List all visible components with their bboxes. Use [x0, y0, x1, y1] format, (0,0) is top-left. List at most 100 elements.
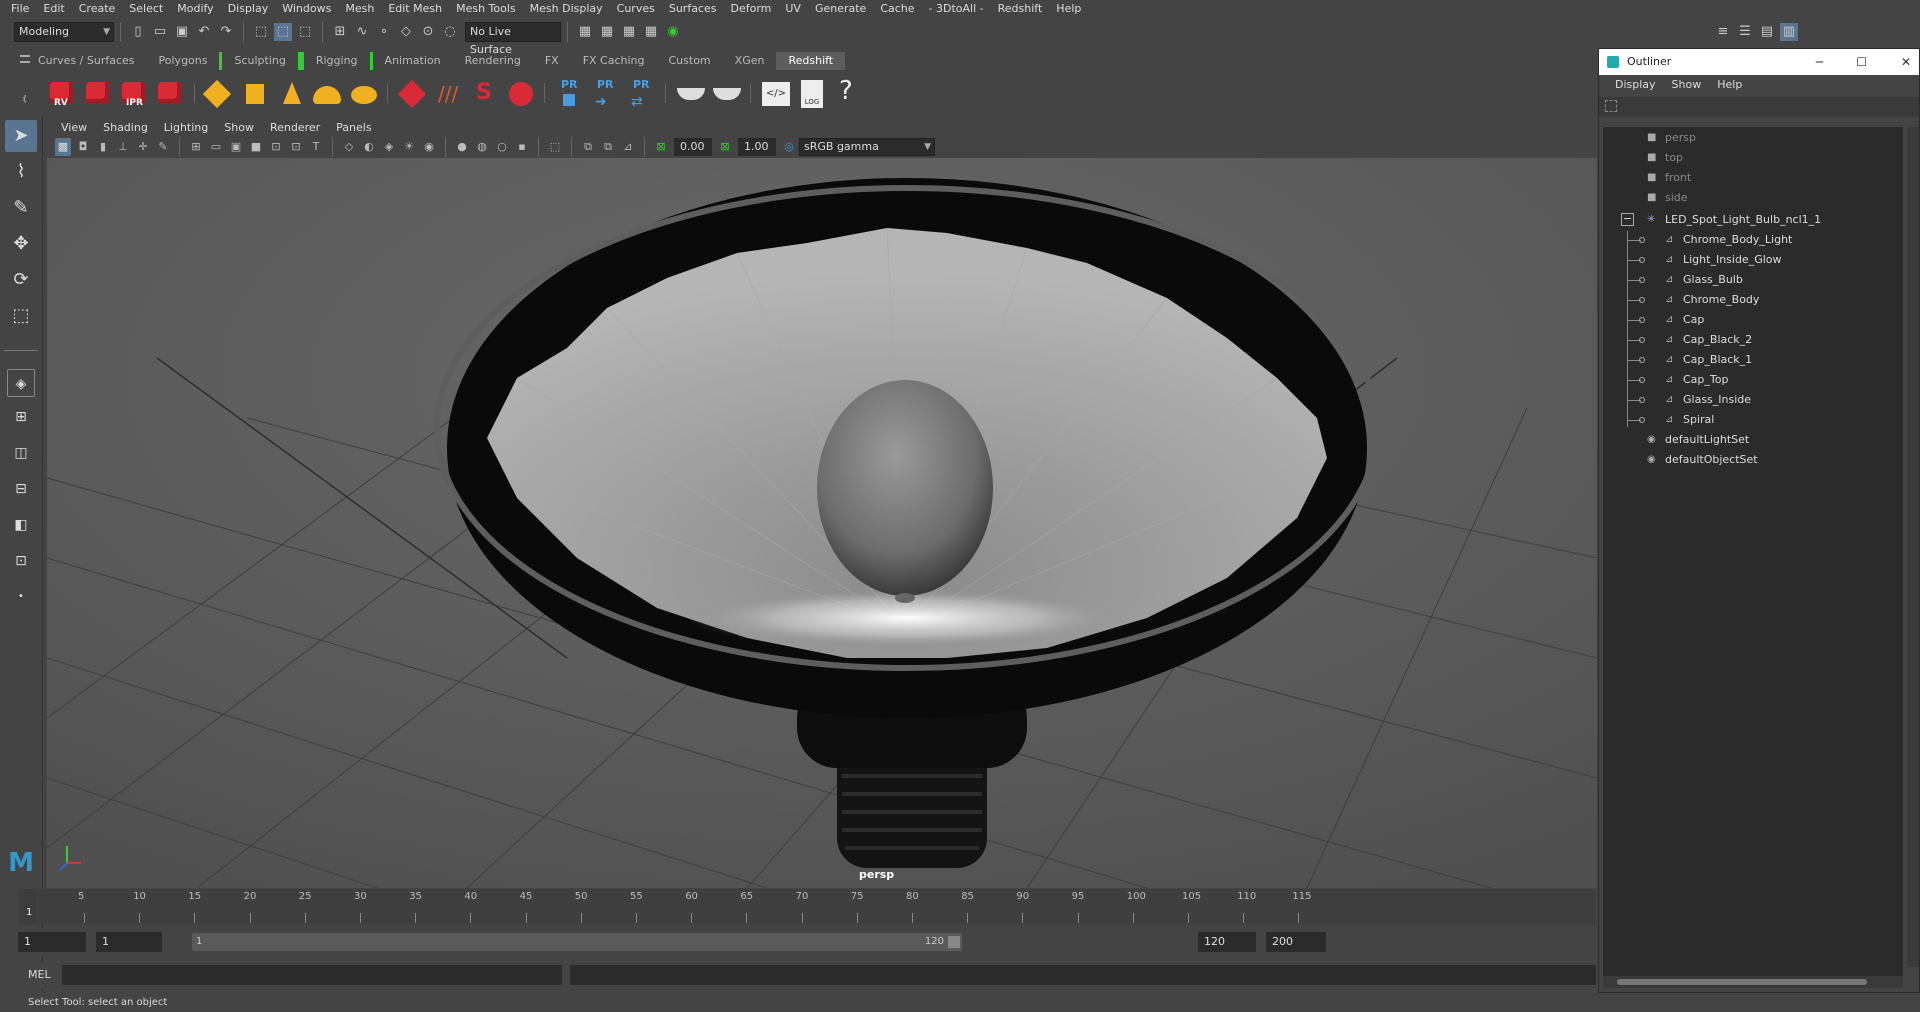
close-icon[interactable]: ✕ — [1901, 49, 1911, 75]
portal-light-icon[interactable] — [239, 76, 271, 110]
minimize-icon[interactable]: ─ — [1816, 49, 1823, 75]
outliner-item-defaultlightset[interactable]: ◉ defaultLightSet — [1647, 431, 1749, 449]
view-transform-dropdown[interactable]: sRGB gamma ▼ — [799, 138, 935, 156]
snap-grid-icon[interactable]: ⊞ — [331, 23, 349, 41]
menu-edit-mesh[interactable]: Edit Mesh — [381, 0, 449, 17]
menu-mesh[interactable]: Mesh — [338, 0, 381, 17]
menu-display[interactable]: Display — [221, 0, 276, 17]
select-hierarchy-icon[interactable]: ⬚ — [252, 23, 270, 41]
persp-graph-layout-icon[interactable]: ◧ — [5, 509, 37, 541]
panel-menu-lighting[interactable]: Lighting — [156, 118, 216, 138]
exposure-icon[interactable]: ⊠ — [653, 139, 669, 155]
outliner-item-chrome-body[interactable]: ⊿ Chrome_Body — [1665, 291, 1759, 309]
wireframe-icon[interactable]: ◇ — [341, 139, 357, 155]
ambient-occlusion-icon[interactable]: ● — [454, 139, 470, 155]
tab-rendering[interactable]: Rendering — [453, 52, 533, 70]
tab-animation[interactable]: Animation — [373, 52, 453, 70]
panel-menu-panels[interactable]: Panels — [328, 118, 379, 138]
gamma-field[interactable]: 1.00 — [738, 138, 776, 156]
anti-aliasing-icon[interactable]: ○ — [494, 139, 510, 155]
outliner-item-glass-inside[interactable]: ⊿ Glass_Inside — [1665, 391, 1751, 409]
lasso-tool-icon[interactable]: ⌇ — [5, 156, 37, 188]
log-icon[interactable]: LOG — [795, 76, 827, 110]
bake-icon[interactable] — [710, 76, 742, 110]
outliner-item-front[interactable]: ■ front — [1647, 169, 1691, 187]
outliner-persp-layout-icon[interactable]: ⊡ — [5, 545, 37, 577]
live-surface-field[interactable]: No Live Surface — [465, 21, 561, 56]
sprite-material-icon[interactable]: S — [468, 76, 500, 110]
current-frame-marker[interactable]: 1 — [24, 889, 36, 925]
select-tool-icon[interactable]: ➤ — [5, 120, 37, 152]
menu-edit[interactable]: Edit — [36, 0, 71, 17]
field-chart-icon[interactable]: ⊡ — [268, 139, 284, 155]
wireframe-on-shaded-icon[interactable]: ◈ — [381, 139, 397, 155]
paint-select-icon[interactable]: ✎ — [5, 192, 37, 224]
menu-surfaces[interactable]: Surfaces — [662, 0, 724, 17]
menu-mesh-display[interactable]: Mesh Display — [523, 0, 610, 17]
outliner-item-cap[interactable]: ⊿ Cap — [1665, 311, 1704, 329]
menu-redshift[interactable]: Redshift — [991, 0, 1050, 17]
attribute-editor-icon[interactable]: ▤ — [1758, 23, 1776, 41]
proxy-import-icon[interactable]: PR ➜ — [589, 76, 621, 110]
open-scene-icon[interactable]: ▭ — [151, 23, 169, 41]
menu-help[interactable]: Help — [1049, 0, 1088, 17]
outliner-item-defaultobjectset[interactable]: ◉ defaultObjectSet — [1647, 451, 1758, 469]
outliner-menu-show[interactable]: Show — [1664, 75, 1710, 95]
render-sequence-icon[interactable] — [82, 76, 114, 110]
snap-live-icon[interactable]: ⊙ — [419, 23, 437, 41]
outliner-item-cap-black-1[interactable]: ⊿ Cap_Black_1 — [1665, 351, 1752, 369]
outliner-layout-icon[interactable]: ☰ — [1736, 23, 1754, 41]
sun-sky-icon[interactable] — [347, 76, 379, 110]
animation-end-field[interactable]: 200 — [1266, 932, 1326, 952]
outliner-item-chrome-body-light[interactable]: ⊿ Chrome_Body_Light — [1665, 231, 1792, 249]
perspective-viewport[interactable]: persp — [47, 158, 1597, 888]
xray-icon[interactable]: ⧉ — [580, 139, 596, 155]
safe-title-icon[interactable]: T — [308, 139, 324, 155]
bake-set-icon[interactable] — [674, 76, 706, 110]
tab-xgen[interactable]: XGen — [723, 52, 777, 70]
hypershade-icon[interactable]: ◉ — [664, 23, 682, 41]
ipr-render-icon[interactable]: ▦ — [620, 23, 638, 41]
undo-icon[interactable]: ↶ — [195, 23, 213, 41]
playback-end-field[interactable]: 120 — [1198, 932, 1256, 952]
tab-fx-caching[interactable]: FX Caching — [571, 52, 657, 70]
channel-box-icon[interactable]: ▥ — [1780, 22, 1798, 41]
tab-redshift[interactable]: Redshift — [776, 52, 846, 70]
outliner-item-cap-black-2[interactable]: ⊿ Cap_Black_2 — [1665, 331, 1752, 349]
panel-menu-view[interactable]: View — [53, 118, 95, 138]
save-scene-icon[interactable]: ▣ — [173, 23, 191, 41]
outliner-item-side[interactable]: ■ side — [1647, 189, 1688, 207]
use-all-lights-icon[interactable]: ☀ — [401, 139, 417, 155]
snap-view-icon[interactable]: ◇ — [397, 23, 415, 41]
outliner-item-group[interactable]: ✳ LED_Spot_Light_Bulb_ncl1_1 — [1647, 211, 1821, 229]
menu-file[interactable]: File — [4, 0, 36, 17]
proxy-convert-icon[interactable]: PR ⇄ — [625, 76, 657, 110]
proxy-export-icon[interactable]: PR — [553, 76, 585, 110]
gate-mask-icon[interactable]: ■ — [248, 139, 264, 155]
outliner-search-input[interactable] — [1599, 97, 1919, 117]
layout-icon[interactable]: ≡ — [1714, 23, 1732, 41]
color-management-icon[interactable]: ◎ — [781, 139, 797, 155]
outliner-horizontal-scrollbar[interactable] — [1603, 976, 1903, 988]
redo-icon[interactable]: ↷ — [217, 23, 235, 41]
range-handle[interactable] — [948, 936, 960, 948]
menu-curves[interactable]: Curves — [610, 0, 662, 17]
xray-components-icon[interactable]: ⊿ — [620, 139, 636, 155]
outliner-item-glass-bulb[interactable]: ⊿ Glass_Bulb — [1665, 271, 1743, 289]
menu-uv[interactable]: UV — [778, 0, 808, 17]
outliner-menu-display[interactable]: Display — [1607, 75, 1664, 95]
material-icon[interactable] — [396, 76, 428, 110]
tab-curves-surfaces[interactable]: Curves / Surfaces — [26, 52, 147, 70]
panel-menu-renderer[interactable]: Renderer — [262, 118, 328, 138]
outliner-item-top[interactable]: ■ top — [1647, 149, 1683, 167]
script-editor-icon[interactable]: </> — [759, 76, 791, 110]
playback-start-field[interactable]: 1 — [96, 932, 162, 952]
render-settings-icon[interactable]: ▦ — [642, 23, 660, 41]
maximize-icon[interactable]: ☐ — [1856, 49, 1867, 75]
persp-outliner-layout-icon[interactable]: ⊟ — [5, 473, 37, 505]
rotate-tool-icon[interactable]: ⟳ — [5, 264, 37, 296]
area-light-icon[interactable] — [202, 76, 235, 110]
bookmark-icon[interactable]: ▮ — [95, 139, 111, 155]
outliner-item-persp[interactable]: ■ persp — [1647, 129, 1696, 147]
tab-sculpting[interactable]: Sculpting — [219, 52, 301, 70]
